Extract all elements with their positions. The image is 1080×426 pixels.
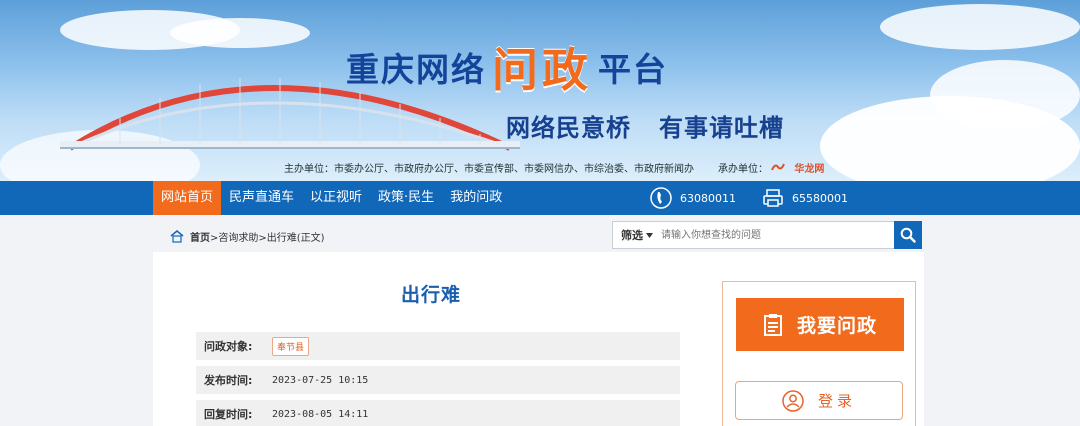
site-title: 重庆网络 问政 平台 xyxy=(346,34,668,100)
login-button[interactable]: 登录 xyxy=(735,381,903,420)
nav-item-direct-line[interactable]: 民声直通车 xyxy=(221,181,302,215)
search-button[interactable] xyxy=(894,221,922,249)
site-title-suffix: 平台 xyxy=(598,50,668,89)
hotline-fax: 65580001 xyxy=(762,188,848,208)
publish-label: 发布时间: xyxy=(204,374,253,387)
target-tag[interactable]: 奉节县 xyxy=(272,336,310,356)
search-filter-label: 筛选 xyxy=(621,229,643,242)
search-bar: 筛选 xyxy=(612,221,922,249)
article-title: 出行难 xyxy=(401,284,462,306)
target-label: 问政对象: xyxy=(204,340,253,353)
site-title-accent: 问政 xyxy=(492,43,592,97)
search-input[interactable] xyxy=(661,223,894,247)
nav-item-clarification[interactable]: 以正视听 xyxy=(302,181,370,215)
organizer-name: 华龙网 xyxy=(794,164,825,175)
publish-time: 2023-07-25 10:15 xyxy=(272,374,369,386)
login-label: 登录 xyxy=(817,392,856,410)
user-icon xyxy=(782,389,804,412)
ask-question-label: 我要问政 xyxy=(796,315,877,337)
sponsor-line: 主办单位：市委办公厅、市政府办公厅、市委宣传部、市委网信办、市综治委、市政府新闻… xyxy=(284,160,824,175)
reply-label: 回复时间: xyxy=(204,408,253,421)
nav-item-home[interactable]: 网站首页 xyxy=(153,181,222,215)
breadcrumb-path: >咨询求助>出行难(正文) xyxy=(210,233,325,244)
hualong-logo-icon xyxy=(771,163,786,171)
hotline-phone: 63080011 xyxy=(650,187,736,209)
slogan-right: 有事请吐槽 xyxy=(659,114,784,142)
phone-icon xyxy=(650,187,672,209)
hotline-phone-number: 63080011 xyxy=(680,191,736,205)
cloud-decoration xyxy=(930,60,1080,130)
reply-time: 2023-08-05 14:11 xyxy=(272,408,369,420)
info-row-publish: 发布时间: 2023-07-25 10:15 xyxy=(196,366,680,394)
caret-down-icon xyxy=(646,232,653,238)
breadcrumb-home-link[interactable]: 首页 xyxy=(190,229,210,244)
organizer: 承办单位： 华龙网 xyxy=(718,160,824,175)
nav-item-policy[interactable]: 政策·民生 xyxy=(370,181,442,215)
slogan-left: 网络民意桥 xyxy=(506,114,631,142)
search-filter-dropdown[interactable]: 筛选 xyxy=(613,227,661,243)
nav-menu: 网站首页 民声直通车 以正视听 政策·民生 我的问政 xyxy=(153,181,510,215)
hotline-group: 63080011 65580001 xyxy=(650,181,874,215)
nav-item-my-inquiries[interactable]: 我的问政 xyxy=(442,181,510,215)
document-icon xyxy=(763,313,782,336)
info-row-reply: 回复时间: 2023-08-05 14:11 xyxy=(196,400,680,426)
search-icon xyxy=(900,227,916,243)
hotline-fax-number: 65580001 xyxy=(792,191,848,205)
main-navbar: 网站首页 民声直通车 以正视听 政策·民生 我的问政 63080011 6558… xyxy=(0,181,1080,215)
ask-question-button[interactable]: 我要问政 xyxy=(736,298,904,351)
fax-icon xyxy=(763,189,783,207)
action-sidebar: 我要问政 登录 xyxy=(722,281,916,426)
cloud-decoration xyxy=(170,18,310,48)
site-title-prefix: 重庆网络 xyxy=(346,50,486,89)
sub-header: 首页 >咨询求助>出行难(正文) 筛选 xyxy=(160,218,924,252)
cloud-decoration xyxy=(880,4,1080,50)
site-slogan: 网络民意桥 有事请吐槽 xyxy=(506,108,784,143)
sponsor-list: 主办单位：市委办公厅、市政府办公厅、市委宣传部、市委网信办、市综治委、市政府新闻… xyxy=(284,164,694,175)
home-icon xyxy=(170,230,184,243)
breadcrumb: 首页 >咨询求助>出行难(正文) xyxy=(170,229,325,244)
organizer-label: 承办单位： xyxy=(718,164,768,175)
header-banner: 重庆网络 问政 平台 网络民意桥 有事请吐槽 主办单位：市委办公厅、市政府办公厅… xyxy=(0,0,1080,181)
info-row-target: 问政对象: 奉节县 xyxy=(196,332,680,360)
